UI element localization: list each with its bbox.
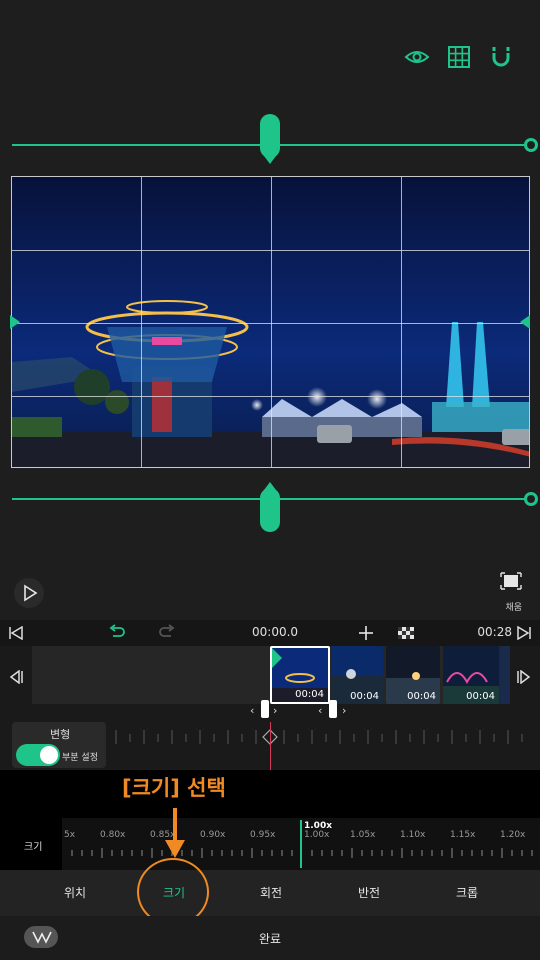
- grid-line-v3: [401, 177, 402, 467]
- tick-label: 0.90x: [200, 830, 226, 840]
- clip-duration: 00:04: [466, 691, 495, 702]
- add-clip-icon[interactable]: [358, 625, 374, 641]
- undo-icon[interactable]: [108, 624, 126, 640]
- preview-area: 채움: [0, 0, 540, 620]
- grid-line-h1: [12, 250, 529, 251]
- play-button[interactable]: [14, 578, 44, 608]
- preview-toolbar: [404, 44, 514, 70]
- scale-current-indicator[interactable]: [300, 820, 302, 868]
- clip-duration: 00:04: [295, 689, 324, 700]
- tick-label: 1.15x: [450, 830, 476, 840]
- clip-duration: 00:04: [350, 691, 379, 702]
- skip-to-start-icon[interactable]: [8, 626, 24, 640]
- grid-line-v2: [271, 177, 272, 467]
- tick-label: 5x: [64, 830, 76, 840]
- logo-icon: [32, 931, 52, 944]
- top-drag-handle[interactable]: [260, 114, 280, 164]
- grid-icon[interactable]: [446, 44, 472, 70]
- tick-label: 1.10x: [400, 830, 426, 840]
- tick-label: 1.00x: [304, 830, 330, 840]
- trim-handle-right[interactable]: [329, 700, 337, 718]
- timeline-playhead[interactable]: [270, 722, 271, 770]
- fill-screen-icon[interactable]: [500, 572, 522, 590]
- annotation-arrow-icon: [165, 808, 185, 858]
- clip-duration: 00:04: [407, 691, 436, 702]
- clip-1-selected[interactable]: 00:04: [270, 646, 330, 704]
- annotation-band: [크기] 선택: [0, 770, 540, 818]
- scale-label: 크기: [24, 842, 43, 853]
- bottom-drag-handle[interactable]: [260, 482, 280, 532]
- clip-thumbnail: [500, 646, 510, 704]
- fill-label[interactable]: 채움: [505, 600, 522, 613]
- trim-handle-left[interactable]: [261, 700, 269, 718]
- scale-ruler[interactable]: 5x 0.80x 0.85x 0.90x 0.95x 1.00x 1.05x 1…: [62, 818, 540, 870]
- grid-line-h3: [12, 396, 529, 397]
- scale-ruler-row: 크기 5x 0.80x 0.85x 0.90x 0.95x 1.00x 1.05…: [0, 818, 540, 870]
- transform-panel: 변형 부분 설정: [12, 722, 106, 768]
- trim-left-chevron-icon: ‹: [250, 704, 255, 717]
- tab-flip[interactable]: 반전: [358, 884, 380, 901]
- bottom-bar: 완료: [0, 916, 540, 960]
- next-keyframe-icon[interactable]: [516, 670, 532, 684]
- tick-label: 1.20x: [500, 830, 526, 840]
- partial-setting-label: 부분 설정: [62, 753, 98, 763]
- video-track: 00:04 00:04 00:04 00:04 ‹ › ‹ ›: [0, 646, 540, 724]
- done-button[interactable]: 완료: [259, 930, 281, 947]
- keyframe-ticks: [115, 729, 523, 745]
- partial-setting-toggle[interactable]: [16, 744, 60, 766]
- play-icon: [24, 584, 38, 602]
- tab-crop[interactable]: 크롭: [456, 884, 478, 901]
- current-time: 00:00.0: [252, 625, 299, 639]
- edit-tabs: 위치 크기 회전 반전 크롭: [0, 870, 540, 916]
- timeline-header: 00:00.0 00:28: [0, 620, 540, 646]
- transparent-background-icon[interactable]: [397, 626, 415, 640]
- app-logo[interactable]: [24, 926, 58, 948]
- grid-line-v1: [141, 177, 142, 467]
- tick-label: 0.95x: [250, 830, 276, 840]
- transform-row: 변형 부분 설정: [0, 722, 540, 770]
- eye-icon[interactable]: [404, 44, 430, 70]
- magnet-icon[interactable]: [488, 44, 514, 70]
- grid-line-h2: [12, 323, 529, 324]
- clip-3[interactable]: 00:04: [386, 646, 440, 704]
- tick-label: 1.05x: [350, 830, 376, 840]
- top-line-end-dot[interactable]: [524, 138, 538, 152]
- transform-label: 변형: [50, 728, 71, 741]
- clip-5-partial[interactable]: [500, 646, 510, 704]
- prev-keyframe-icon[interactable]: [8, 670, 24, 684]
- trim-inner-left-chevron-icon: ›: [273, 704, 278, 717]
- skip-to-end-icon[interactable]: [516, 626, 532, 640]
- clip-4[interactable]: 00:04: [443, 646, 499, 704]
- tab-rotate[interactable]: 회전: [260, 884, 282, 901]
- clip-2[interactable]: 00:04: [331, 646, 383, 704]
- video-frame[interactable]: [11, 176, 530, 468]
- trim-right-chevron-icon: ›: [342, 704, 347, 717]
- total-time: 00:28: [477, 625, 512, 639]
- tick-label: 0.80x: [100, 830, 126, 840]
- annotation-text: [크기] 선택: [122, 776, 226, 800]
- bottom-line-end-dot[interactable]: [524, 492, 538, 506]
- toggle-knob: [40, 746, 58, 764]
- redo-icon[interactable]: [158, 624, 176, 640]
- trim-inner-right-chevron-icon: ‹: [318, 704, 323, 717]
- scale-current-value: 1.00x: [304, 821, 333, 831]
- right-side-marker[interactable]: [520, 315, 530, 329]
- tab-position[interactable]: 위치: [64, 884, 86, 901]
- left-side-marker[interactable]: [10, 315, 20, 329]
